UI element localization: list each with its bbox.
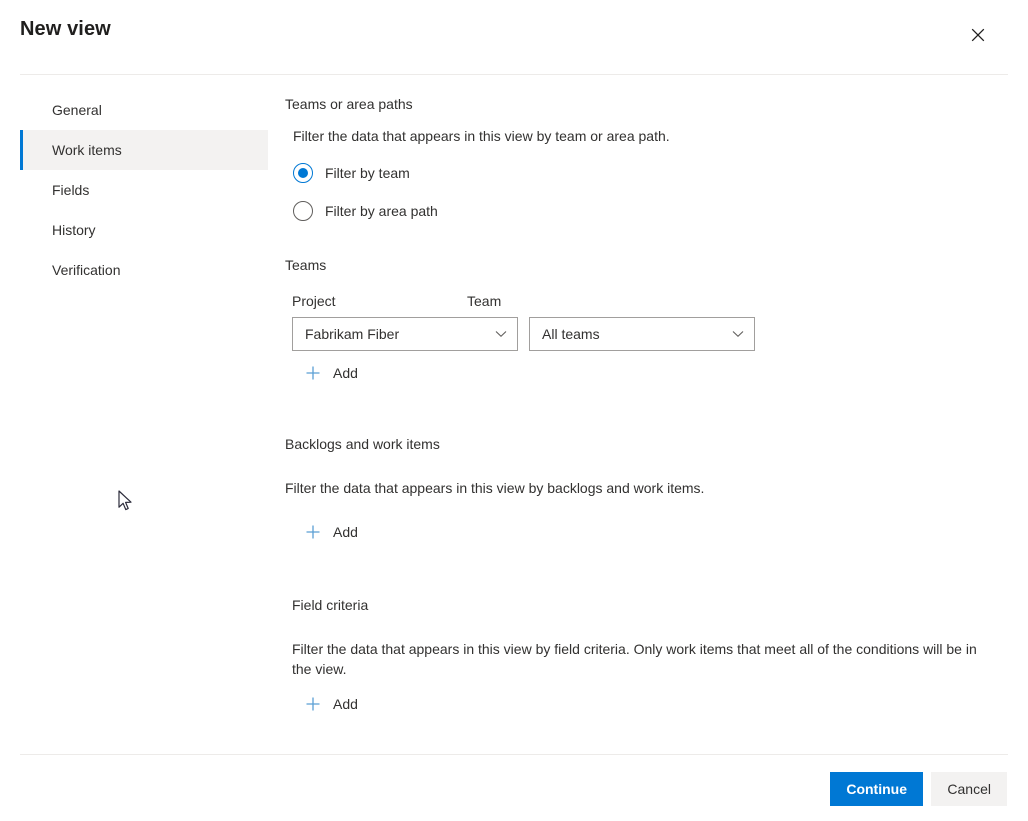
team-dropdown-value: All teams <box>542 326 730 342</box>
add-button-label: Add <box>333 365 358 381</box>
section-heading: Field criteria <box>292 595 1010 615</box>
radio-label: Filter by area path <box>325 203 438 219</box>
section-description: Filter the data that appears in this vie… <box>285 478 1010 498</box>
sidebar-item-verification[interactable]: Verification <box>20 250 268 290</box>
continue-button[interactable]: Continue <box>830 772 923 806</box>
close-icon <box>971 28 985 42</box>
dialog-header: New view <box>0 0 1028 74</box>
project-dropdown-value: Fabrikam Fiber <box>305 326 493 342</box>
sidebar-item-work-items[interactable]: Work items <box>20 130 268 170</box>
add-backlog-button[interactable]: Add <box>299 520 364 544</box>
teams-field-labels: Project Team <box>292 293 1010 313</box>
section-heading: Backlogs and work items <box>285 434 1010 454</box>
header-divider <box>20 74 1008 75</box>
close-button[interactable] <box>958 15 998 55</box>
sidebar-item-label: Fields <box>52 183 89 197</box>
plus-icon <box>305 524 321 540</box>
sidebar-item-general[interactable]: General <box>20 90 268 130</box>
section-heading: Teams or area paths <box>285 94 1010 114</box>
section-description: Filter the data that appears in this vie… <box>292 639 998 679</box>
section-teams-or-area-paths: Teams or area paths Filter the data that… <box>285 94 1010 226</box>
sidebar-item-history[interactable]: History <box>20 210 268 250</box>
page-title: New view <box>20 18 111 41</box>
chevron-down-icon <box>493 326 509 342</box>
add-button-label: Add <box>333 524 358 540</box>
sidebar-item-fields[interactable]: Fields <box>20 170 268 210</box>
radio-filter-by-area-path[interactable]: Filter by area path <box>293 196 1010 226</box>
section-heading: Teams <box>285 255 1010 275</box>
section-field-criteria: Field criteria Filter the data that appe… <box>292 595 1010 717</box>
add-team-button[interactable]: Add <box>299 361 364 385</box>
section-backlogs-and-work-items: Backlogs and work items Filter the data … <box>285 434 1010 545</box>
add-field-criteria-button[interactable]: Add <box>299 692 364 716</box>
chevron-down-icon <box>730 326 746 342</box>
new-view-dialog: New view General Work items Fields Histo… <box>0 0 1028 821</box>
section-description: Filter the data that appears in this vie… <box>293 126 1010 146</box>
sidebar-item-label: General <box>52 103 102 117</box>
plus-icon <box>305 365 321 381</box>
dialog-sidebar: General Work items Fields History Verifi… <box>20 90 268 290</box>
sidebar-item-label: Work items <box>52 143 122 157</box>
radio-selected-icon <box>293 163 313 183</box>
plus-icon <box>305 696 321 712</box>
radio-unselected-icon <box>293 201 313 221</box>
sidebar-item-label: Verification <box>52 263 120 277</box>
sidebar-item-label: History <box>52 223 96 237</box>
cancel-button[interactable]: Cancel <box>931 772 1007 806</box>
mouse-cursor <box>118 490 136 514</box>
project-dropdown[interactable]: Fabrikam Fiber <box>292 317 518 351</box>
project-field-label: Project <box>292 293 336 309</box>
team-field-label: Team <box>467 293 501 309</box>
teams-dropdown-row: Fabrikam Fiber All teams <box>292 317 1010 351</box>
section-teams: Teams Project Team Fabrikam Fiber All te… <box>285 255 1010 386</box>
add-button-label: Add <box>333 696 358 712</box>
radio-filter-by-team[interactable]: Filter by team <box>293 158 1010 188</box>
team-dropdown[interactable]: All teams <box>529 317 755 351</box>
dialog-footer: Continue Cancel <box>0 754 1028 821</box>
radio-label: Filter by team <box>325 165 410 181</box>
filter-mode-radio-group: Filter by team Filter by area path <box>293 158 1010 226</box>
